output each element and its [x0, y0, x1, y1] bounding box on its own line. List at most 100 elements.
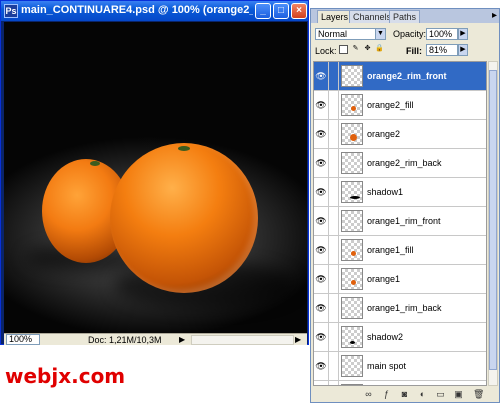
eye-icon[interactable]: 👁: [314, 236, 329, 264]
layer-link-cell[interactable]: [329, 120, 339, 148]
layer-name: orange2: [367, 129, 401, 139]
layer-row[interactable]: 👁 shadow2: [314, 323, 486, 352]
layer-thumbnail: [341, 123, 363, 145]
layer-thumbnail: [341, 326, 363, 348]
layer-thumbnail: [341, 239, 363, 261]
blend-mode-select[interactable]: Normal ▼: [315, 28, 386, 40]
horizontal-scrollbar[interactable]: [191, 335, 294, 345]
layer-row[interactable]: 👁 orange2_rim_back: [314, 149, 486, 178]
layer-row[interactable]: 👁Background🔒: [314, 381, 486, 385]
eye-icon[interactable]: 👁: [314, 294, 329, 322]
doc-size-info: Doc: 1,21M/10,3M: [88, 335, 162, 345]
eye-icon[interactable]: 👁: [314, 265, 329, 293]
opacity-arrow-icon[interactable]: ▶: [458, 28, 468, 40]
chevron-down-icon[interactable]: ▼: [375, 28, 386, 40]
eye-icon[interactable]: 👁: [314, 381, 329, 385]
layer-thumbnail: [341, 268, 363, 290]
layer-link-cell[interactable]: [329, 62, 339, 90]
layer-thumbnail: [341, 355, 363, 377]
layer-name: orange1_rim_front: [367, 216, 441, 226]
zoom-field[interactable]: 100%: [6, 334, 40, 345]
layer-row[interactable]: 👁 orange2_rim_front: [314, 62, 486, 91]
lock-move-icon[interactable]: ✥: [363, 45, 372, 54]
layer-row[interactable]: 👁 orange1_rim_back: [314, 294, 486, 323]
new-group-icon[interactable]: ▭: [435, 389, 446, 400]
lock-brush-icon[interactable]: ✎: [351, 45, 360, 54]
layer-name: orange1_fill: [367, 245, 414, 255]
eye-icon[interactable]: 👁: [314, 323, 329, 351]
orange2-stem: [178, 146, 190, 151]
eye-icon[interactable]: 👁: [314, 352, 329, 380]
scrollbar-thumb[interactable]: [489, 70, 497, 370]
layer-style-icon[interactable]: ƒ: [381, 389, 392, 400]
layer-link-cell[interactable]: [329, 265, 339, 293]
link-layers-icon[interactable]: ∞: [363, 389, 374, 400]
status-bar: 100% Doc: 1,21M/10,3M ▶ ▶: [4, 333, 307, 345]
watermark-text: webjx.com: [5, 364, 126, 388]
close-button[interactable]: ×: [291, 3, 307, 19]
new-layer-icon[interactable]: ▣: [453, 389, 464, 400]
layer-name: orange2_rim_back: [367, 158, 442, 168]
layer-thumbnail: [341, 94, 363, 116]
lock-transparency-icon[interactable]: [339, 45, 348, 54]
layer-name: shadow2: [367, 332, 404, 342]
document-window: Ps main_CONTINUARE4.psd @ 100% (orange2_…: [0, 0, 309, 345]
document-title-bar[interactable]: Ps main_CONTINUARE4.psd @ 100% (orange2_…: [1, 1, 308, 21]
orange1-stem: [90, 161, 100, 166]
panel-tabs: Layers Channels Paths ▸: [311, 9, 499, 23]
orange2-image: [110, 143, 258, 293]
tab-paths[interactable]: Paths: [389, 10, 421, 23]
fill-field[interactable]: 81%: [426, 44, 458, 56]
eye-icon[interactable]: 👁: [314, 178, 329, 206]
layer-name: orange2_fill: [367, 100, 414, 110]
image-canvas[interactable]: [4, 22, 307, 333]
layer-row[interactable]: 👁 orange1_fill: [314, 236, 486, 265]
scroll-right-arrow-icon[interactable]: ▶: [295, 334, 301, 345]
trash-icon[interactable]: 🗑: [473, 389, 484, 400]
layer-link-cell[interactable]: [329, 323, 339, 351]
layer-row[interactable]: 👁 orange1_rim_front: [314, 207, 486, 236]
eye-icon[interactable]: 👁: [314, 120, 329, 148]
layer-row[interactable]: 👁 orange2_fill: [314, 91, 486, 120]
layers-panel: Layers Channels Paths ▸ Normal ▼ Opacity…: [310, 8, 500, 403]
layer-link-cell[interactable]: [329, 91, 339, 119]
layer-row[interactable]: 👁 shadow1: [314, 178, 486, 207]
layer-thumbnail: [341, 152, 363, 174]
opacity-field[interactable]: 100%: [426, 28, 458, 40]
layer-name: orange1: [367, 274, 401, 284]
eye-icon[interactable]: 👁: [314, 91, 329, 119]
fill-arrow-icon[interactable]: ▶: [458, 44, 468, 56]
layers-bottom-bar: ∞ ƒ ◙ ◐ ▭ ▣ 🗑: [313, 388, 497, 401]
layer-link-cell[interactable]: [329, 207, 339, 235]
layer-name: orange1_rim_back: [367, 303, 442, 313]
lock-all-icon[interactable]: 🔒: [375, 45, 384, 54]
layer-name: orange2_rim_front: [367, 71, 447, 81]
layer-link-cell[interactable]: [329, 178, 339, 206]
adjustment-layer-icon[interactable]: ◐: [417, 389, 428, 400]
layer-row[interactable]: 👁 orange2: [314, 120, 486, 149]
layer-link-cell[interactable]: [329, 149, 339, 177]
layer-row[interactable]: 👁 orange1: [314, 265, 486, 294]
eye-icon[interactable]: 👁: [314, 62, 329, 90]
layer-row[interactable]: 👁 main spot: [314, 352, 486, 381]
layer-thumbnail: [341, 65, 363, 87]
layer-link-cell[interactable]: [329, 381, 339, 385]
lock-label: Lock:: [315, 46, 337, 56]
document-title: main_CONTINUARE4.psd @ 100% (orange2_rim…: [21, 4, 253, 16]
layer-thumbnail: [341, 297, 363, 319]
layer-name: shadow1: [367, 187, 404, 197]
layer-list: 👁 orange2_rim_front 👁 orange2_fill 👁 orange2 👁…: [313, 61, 487, 386]
maximize-button[interactable]: □: [273, 3, 289, 19]
status-menu-arrow-icon[interactable]: ▶: [179, 334, 185, 345]
eye-icon[interactable]: 👁: [314, 207, 329, 235]
panel-menu-arrow-icon[interactable]: ▸: [492, 9, 497, 22]
fill-label: Fill:: [406, 46, 422, 56]
tab-layers[interactable]: Layers: [317, 10, 353, 23]
layer-link-cell[interactable]: [329, 294, 339, 322]
layer-link-cell[interactable]: [329, 352, 339, 380]
minimize-button[interactable]: _: [255, 3, 271, 19]
layer-mask-icon[interactable]: ◙: [399, 389, 410, 400]
eye-icon[interactable]: 👁: [314, 149, 329, 177]
layer-link-cell[interactable]: [329, 236, 339, 264]
layers-scrollbar[interactable]: [488, 61, 498, 386]
